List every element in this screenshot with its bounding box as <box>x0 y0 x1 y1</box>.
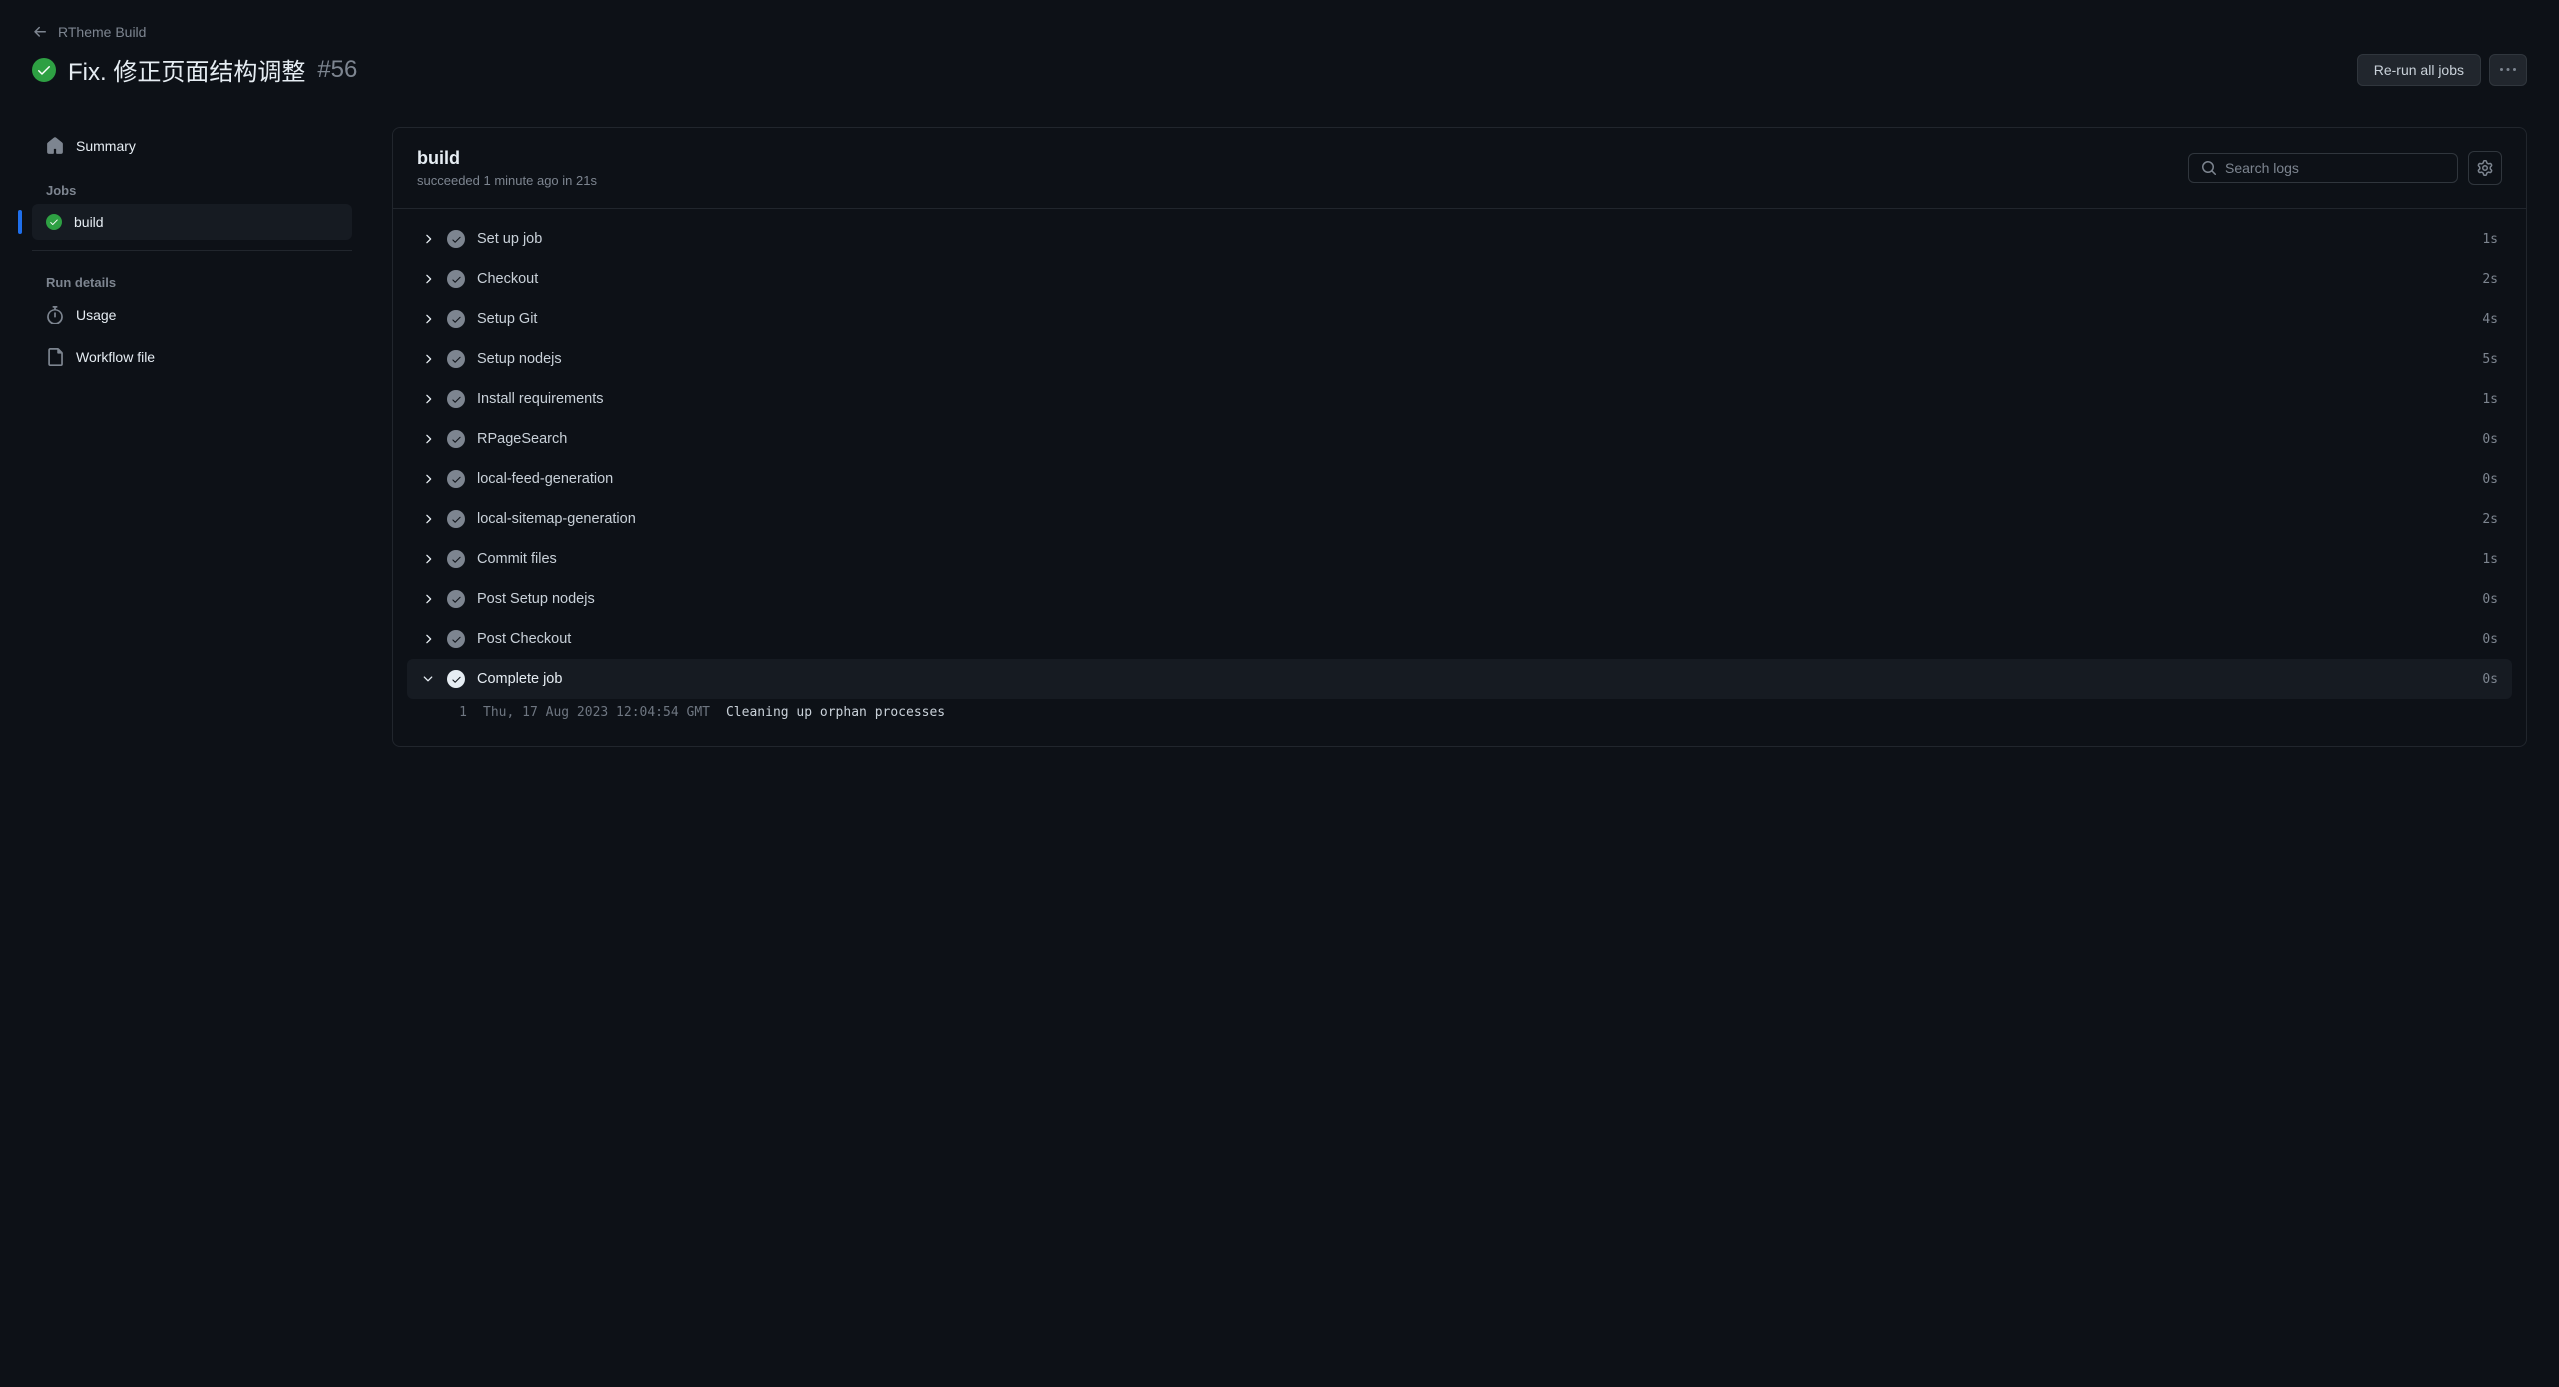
check-circle-icon <box>447 630 465 648</box>
step-row[interactable]: Commit files 1s <box>407 539 2512 579</box>
run-number: #56 <box>317 56 357 84</box>
step-row[interactable]: Set up job 1s <box>407 219 2512 259</box>
step-row[interactable]: Setup nodejs 5s <box>407 339 2512 379</box>
step-name: Post Setup nodejs <box>477 591 2470 607</box>
sidebar-item-usage[interactable]: Usage <box>32 296 352 334</box>
job-meta: succeeded 1 minute ago in 21s <box>417 173 597 188</box>
log-line-number: 1 <box>447 705 467 720</box>
breadcrumb-label: RTheme Build <box>58 24 146 40</box>
gear-icon <box>2477 160 2493 176</box>
check-circle-icon <box>447 430 465 448</box>
search-logs-input[interactable] <box>2225 160 2445 176</box>
more-actions-button[interactable] <box>2489 54 2527 86</box>
title-text: Fix. 修正页面结构调整 <box>68 52 305 87</box>
step-row[interactable]: Checkout 2s <box>407 259 2512 299</box>
status-success-icon <box>32 58 56 82</box>
check-circle-icon <box>447 230 465 248</box>
chevron-right-icon <box>421 352 435 366</box>
chevron-right-icon <box>421 632 435 646</box>
file-icon <box>46 348 64 366</box>
log-timestamp: Thu, 17 Aug 2023 12:04:54 GMT <box>483 705 710 720</box>
step-row[interactable]: Setup Git 4s <box>407 299 2512 339</box>
log-message: Cleaning up orphan processes <box>726 705 945 720</box>
step-name: Install requirements <box>477 391 2470 407</box>
chevron-right-icon <box>421 232 435 246</box>
step-duration: 0s <box>2482 472 2498 487</box>
step-name: Post Checkout <box>477 631 2470 647</box>
step-duration: 0s <box>2482 672 2498 687</box>
sidebar-item-label: build <box>74 214 104 230</box>
step-row[interactable]: local-feed-generation 0s <box>407 459 2512 499</box>
step-name: Complete job <box>477 671 2470 687</box>
rerun-all-jobs-button[interactable]: Re-run all jobs <box>2357 54 2481 86</box>
check-circle-icon <box>447 310 465 328</box>
step-row[interactable]: RPageSearch 0s <box>407 419 2512 459</box>
chevron-right-icon <box>421 472 435 486</box>
step-duration: 5s <box>2482 352 2498 367</box>
step-duration: 4s <box>2482 312 2498 327</box>
chevron-right-icon <box>421 392 435 406</box>
chevron-right-icon <box>421 272 435 286</box>
chevron-right-icon <box>421 432 435 446</box>
sidebar-item-job-build[interactable]: build <box>32 204 352 240</box>
chevron-right-icon <box>421 592 435 606</box>
divider <box>32 250 352 251</box>
step-duration: 1s <box>2482 232 2498 247</box>
step-name: RPageSearch <box>477 431 2470 447</box>
sidebar-item-label: Workflow file <box>76 349 155 365</box>
step-row[interactable]: Install requirements 1s <box>407 379 2512 419</box>
check-circle-icon <box>447 590 465 608</box>
search-logs-input-wrapper[interactable] <box>2188 153 2458 183</box>
sidebar-item-workflow-file[interactable]: Workflow file <box>32 338 352 376</box>
breadcrumb[interactable]: RTheme Build <box>32 24 2527 40</box>
home-icon <box>46 137 64 155</box>
kebab-icon <box>2500 62 2516 78</box>
check-circle-icon <box>447 550 465 568</box>
log-line: 1 Thu, 17 Aug 2023 12:04:54 GMT Cleaning u… <box>407 699 2512 726</box>
chevron-right-icon <box>421 552 435 566</box>
page-title: Fix. 修正页面结构调整 #56 <box>32 52 357 87</box>
step-duration: 2s <box>2482 512 2498 527</box>
step-duration: 0s <box>2482 432 2498 447</box>
step-name: Set up job <box>477 231 2470 247</box>
step-duration: 0s <box>2482 632 2498 647</box>
step-duration: 1s <box>2482 552 2498 567</box>
chevron-right-icon <box>421 312 435 326</box>
check-circle-icon <box>46 214 62 230</box>
jobs-heading: Jobs <box>32 169 352 204</box>
sidebar-item-label: Usage <box>76 307 116 323</box>
stopwatch-icon <box>46 306 64 324</box>
step-row[interactable]: Post Setup nodejs 0s <box>407 579 2512 619</box>
chevron-down-icon <box>421 672 435 686</box>
step-duration: 0s <box>2482 592 2498 607</box>
check-circle-icon <box>447 350 465 368</box>
check-circle-icon <box>447 670 465 688</box>
step-row[interactable]: local-sitemap-generation 2s <box>407 499 2512 539</box>
step-name: Setup nodejs <box>477 351 2470 367</box>
check-circle-icon <box>447 270 465 288</box>
step-duration: 1s <box>2482 392 2498 407</box>
sidebar-item-label: Summary <box>76 138 136 154</box>
log-settings-button[interactable] <box>2468 151 2502 185</box>
check-circle-icon <box>447 510 465 528</box>
arrow-left-icon <box>32 24 48 40</box>
step-name: Setup Git <box>477 311 2470 327</box>
step-name: Checkout <box>477 271 2470 287</box>
step-row[interactable]: Complete job 0s <box>407 659 2512 699</box>
step-name: local-feed-generation <box>477 471 2470 487</box>
job-panel: build succeeded 1 minute ago in 21s Set … <box>392 127 2527 747</box>
step-name: Commit files <box>477 551 2470 567</box>
run-details-heading: Run details <box>32 261 352 296</box>
job-name: build <box>417 148 597 169</box>
check-circle-icon <box>447 390 465 408</box>
check-circle-icon <box>447 470 465 488</box>
step-name: local-sitemap-generation <box>477 511 2470 527</box>
sidebar-item-summary[interactable]: Summary <box>32 127 352 165</box>
chevron-right-icon <box>421 512 435 526</box>
step-row[interactable]: Post Checkout 0s <box>407 619 2512 659</box>
search-icon <box>2201 160 2217 176</box>
step-duration: 2s <box>2482 272 2498 287</box>
